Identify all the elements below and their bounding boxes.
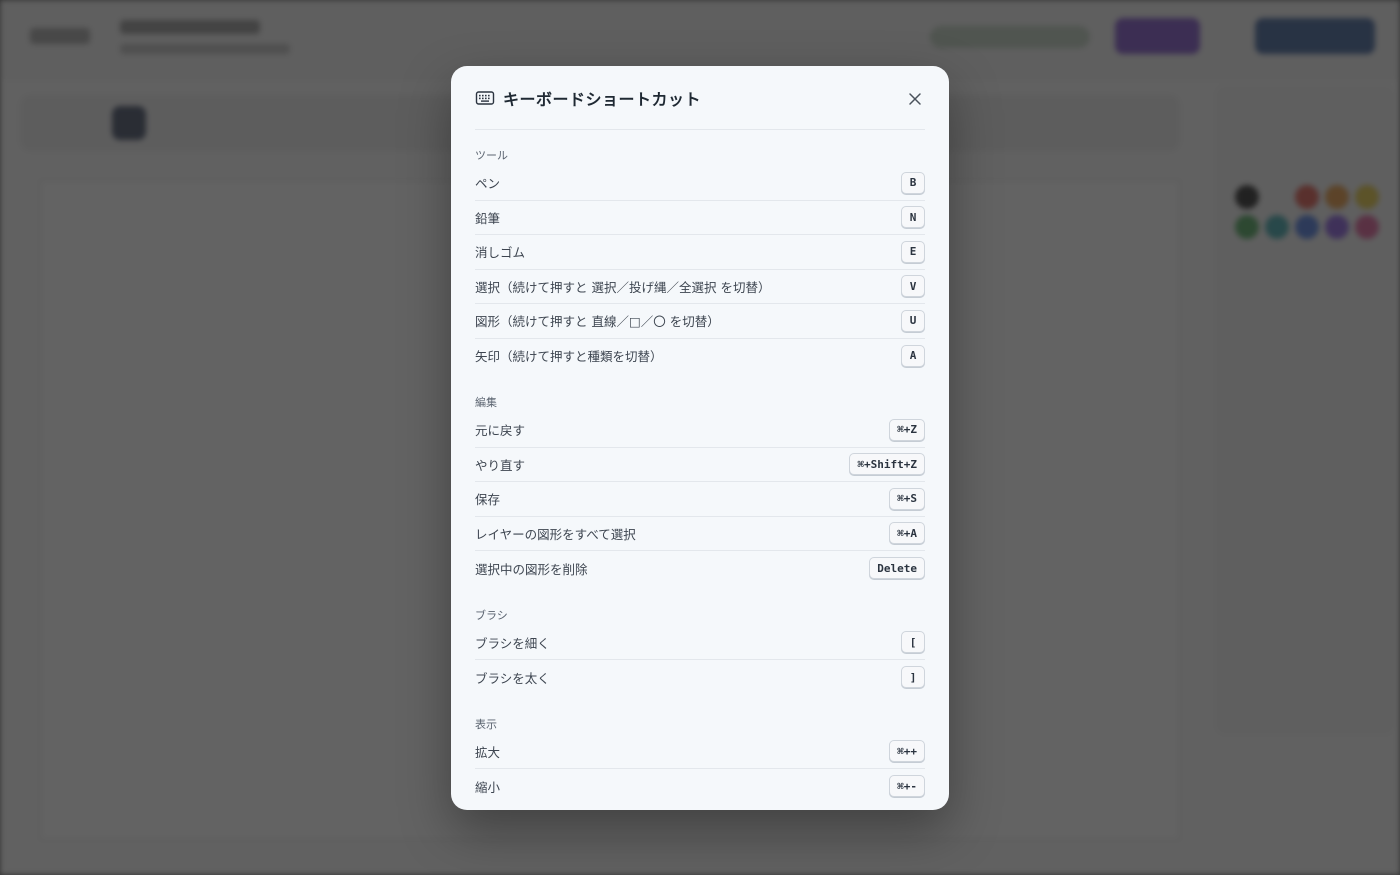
- shortcut-label: ペン: [475, 176, 501, 192]
- shortcut-row: 鉛筆 N: [475, 201, 925, 235]
- shortcut-label: 鉛筆: [475, 210, 501, 226]
- shortcut-label: 選択中の図形を削除: [475, 561, 588, 577]
- shortcut-row: やり直す ⌘+Shift+Z: [475, 448, 925, 482]
- shortcut-row: ペン B: [475, 166, 925, 201]
- section-title: 編集: [475, 396, 497, 409]
- shortcut-row: 矢印（続けて押すと種類を切替） A: [475, 339, 925, 374]
- shortcut-row: 図形（続けて押すと 直線／□／〇 を切替） U: [475, 304, 925, 339]
- shortcut-label: やり直す: [475, 457, 526, 473]
- shortcut-section-view: 表示 拡大 ⌘++ 縮小 ⌘+-: [475, 695, 925, 804]
- shortcut-label: 矢印（続けて押すと種類を切替）: [475, 349, 663, 365]
- shortcut-row: 保存 ⌘+S: [475, 482, 925, 517]
- shortcut-row: ブラシを細く [: [475, 626, 925, 660]
- shortcut-key: ⌘+Shift+Z: [849, 453, 925, 476]
- shortcut-row: 拡大 ⌘++: [475, 735, 925, 769]
- shortcut-section-edit: 編集 元に戻す ⌘+Z やり直す ⌘+Shift+Z 保存 ⌘+S レイヤーの図…: [475, 373, 925, 586]
- shortcut-key: A: [901, 344, 925, 367]
- shortcut-section-brush: ブラシ ブラシを細く [ ブラシを太く ]: [475, 586, 925, 695]
- shortcut-key: ⌘+A: [889, 522, 925, 545]
- shortcut-key: ⌘+S: [889, 487, 925, 510]
- shortcut-key: ]: [901, 666, 925, 689]
- shortcut-key: U: [901, 309, 925, 332]
- dialog-header: キーボードショートカット: [475, 66, 925, 130]
- shortcut-label: 消しゴム: [475, 245, 526, 261]
- shortcut-label: ブラシを太く: [475, 670, 550, 686]
- shortcut-row: 縮小 ⌘+-: [475, 769, 925, 804]
- shortcut-key: E: [901, 240, 925, 263]
- dialog-title: キーボードショートカット: [503, 89, 702, 109]
- shortcut-label: 図形（続けて押すと 直線／□／〇 を切替）: [475, 314, 720, 330]
- shortcut-label: 保存: [475, 492, 501, 508]
- shortcut-row: 選択（続けて押すと 選択／投げ縄／全選択 を切替） V: [475, 270, 925, 304]
- section-title: 表示: [475, 717, 497, 731]
- keyboard-icon: [475, 88, 495, 108]
- shortcut-key: ⌘+-: [889, 775, 925, 798]
- shortcut-key: B: [901, 171, 925, 194]
- shortcut-label: レイヤーの図形をすべて選択: [475, 526, 636, 542]
- shortcut-row: 消しゴム E: [475, 235, 925, 270]
- shortcut-label: 選択（続けて押すと 選択／投げ縄／全選択 を切替）: [475, 279, 771, 295]
- dialog-body: ツール ペン B 鉛筆 N 消しゴム E 選択（続けて押すと 選択／投げ縄／全選…: [475, 130, 925, 810]
- shortcut-key: ⌘+Z: [889, 418, 925, 441]
- shortcut-key: V: [901, 275, 925, 298]
- shortcut-label: 元に戻す: [475, 423, 526, 439]
- shortcut-row: ブラシを太く ]: [475, 660, 925, 695]
- shortcut-row: レイヤーの図形をすべて選択 ⌘+A: [475, 517, 925, 551]
- shortcuts-dialog: キーボードショートカット ツール ペン B 鉛筆 N 消しゴム E 選択（続けて…: [451, 66, 949, 810]
- shortcut-section-tools: ツール ペン B 鉛筆 N 消しゴム E 選択（続けて押すと 選択／投げ縄／全選…: [475, 130, 925, 373]
- shortcut-key: [: [901, 631, 925, 654]
- shortcut-label: 拡大: [475, 744, 501, 760]
- shortcut-key: N: [901, 206, 925, 229]
- shortcut-key: ⌘++: [889, 740, 925, 763]
- shortcut-key: Delete: [869, 557, 925, 580]
- section-title: ツール: [475, 149, 508, 162]
- shortcut-row: 選択中の図形を削除 Delete: [475, 551, 925, 586]
- shortcut-label: ブラシを細く: [475, 635, 550, 651]
- close-button[interactable]: [905, 90, 925, 110]
- shortcut-row: 元に戻す ⌘+Z: [475, 413, 925, 448]
- section-title: ブラシ: [475, 608, 508, 622]
- shortcut-label: 縮小: [475, 779, 501, 795]
- close-icon: [908, 91, 922, 110]
